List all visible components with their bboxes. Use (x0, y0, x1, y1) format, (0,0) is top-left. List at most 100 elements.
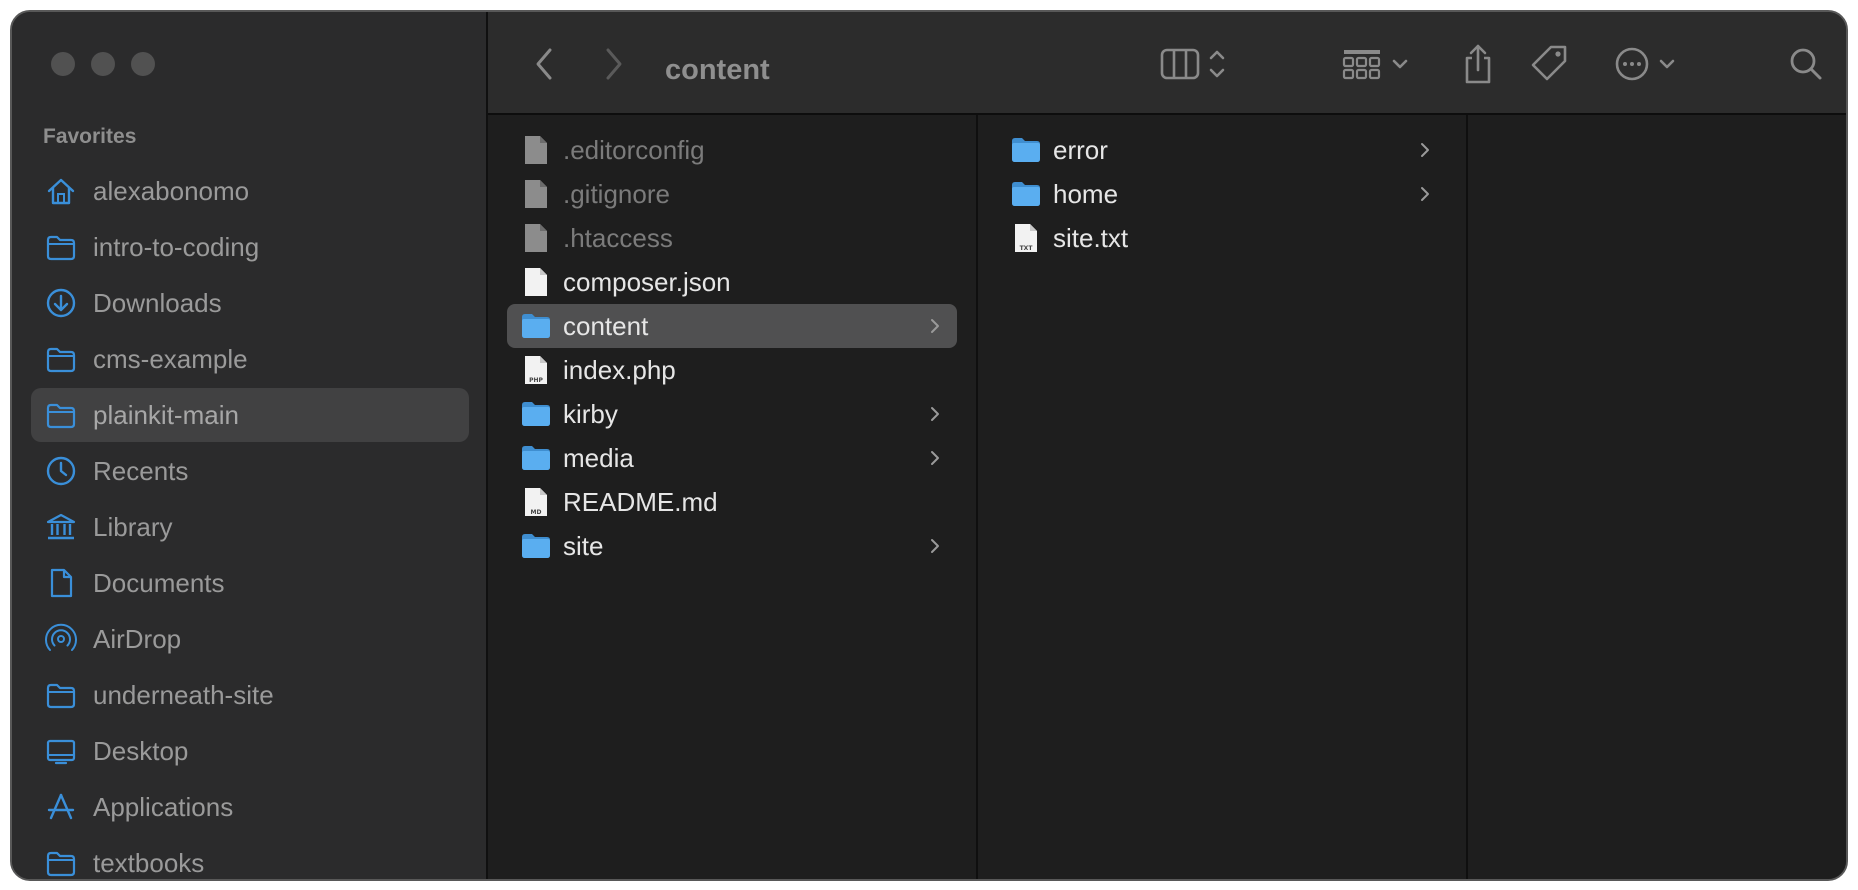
item-label: README.md (563, 486, 718, 517)
desktop-icon (45, 735, 77, 767)
column-view-icon (1160, 48, 1225, 80)
favorites-heading: Favorites (43, 125, 137, 148)
item-label: content (563, 310, 649, 341)
sidebar-item-textbooks[interactable]: textbooks (31, 836, 469, 879)
item-label: error (1053, 134, 1108, 165)
folder-icon (45, 343, 77, 375)
sidebar-item-cms-example[interactable]: cms-example (31, 332, 469, 386)
more-actions-button[interactable] (1612, 42, 1688, 86)
sidebar-item-label: Desktop (93, 735, 189, 766)
folder-row-home[interactable]: home (997, 172, 1447, 216)
window-title: content (665, 54, 770, 86)
file-icon (521, 267, 551, 297)
sidebar-item-documents[interactable]: Documents (31, 556, 469, 610)
sidebar-item-applications[interactable]: Applications (31, 780, 469, 834)
file-icon (521, 223, 551, 253)
file-icon: PHP (521, 355, 551, 385)
folder-row-content[interactable]: content (507, 304, 957, 348)
share-icon (1465, 44, 1491, 84)
toolbar: content (488, 12, 1846, 115)
minimize-window-button[interactable] (91, 52, 115, 76)
folder-icon (1011, 135, 1041, 165)
svg-text:TXT: TXT (1020, 245, 1034, 252)
sidebar-item-downloads[interactable]: Downloads (31, 276, 469, 330)
item-label: .htaccess (563, 222, 673, 253)
sidebar-item-airdrop[interactable]: AirDrop (31, 612, 469, 666)
folder-icon (521, 443, 551, 473)
search-button[interactable] (1784, 42, 1828, 86)
file-icon (521, 135, 551, 165)
tag-button[interactable] (1528, 42, 1572, 86)
more-icon (1615, 47, 1675, 81)
item-label: media (563, 442, 634, 473)
sidebar: Favorites alexabonomo intro-to-coding Down… (12, 12, 488, 879)
chevron-right-icon (925, 536, 945, 556)
sidebar-item-label: intro-to-coding (93, 231, 260, 262)
finder-window: Favorites alexabonomo intro-to-coding Down… (10, 10, 1848, 881)
file-row-site-txt[interactable]: TXT site.txt (997, 216, 1447, 260)
folder-icon (45, 847, 77, 879)
svg-text:PHP: PHP (529, 377, 543, 384)
zoom-window-button[interactable] (131, 52, 155, 76)
column-1: .editorconfig .gitignore .htaccess composer… (488, 115, 978, 879)
group-icon (1342, 50, 1408, 80)
item-label: site (563, 530, 604, 561)
file-icon (521, 179, 551, 209)
column-2: error home TXT site.txt (978, 115, 1468, 879)
sidebar-item-recents[interactable]: Recents (31, 444, 469, 498)
file-row-readme-md[interactable]: MD README.md (507, 480, 957, 524)
file-row-editorconfig[interactable]: .editorconfig (507, 128, 957, 172)
back-icon (536, 48, 552, 80)
document-icon (45, 567, 77, 599)
applications-icon (45, 791, 77, 823)
folder-icon (1011, 179, 1041, 209)
sidebar-item-plainkit-main[interactable]: plainkit-main (31, 388, 469, 442)
sidebar-item-underneath-site[interactable]: underneath-site (31, 668, 469, 722)
item-label: .gitignore (563, 178, 670, 209)
folder-row-kirby[interactable]: kirby (507, 392, 957, 436)
tag-icon (1531, 45, 1567, 81)
sidebar-item-label: Downloads (93, 287, 222, 318)
library-icon (45, 511, 77, 543)
sidebar-item-library[interactable]: Library (31, 500, 469, 554)
group-button[interactable] (1340, 42, 1420, 86)
chevron-right-icon (1415, 184, 1435, 204)
file-row-htaccess[interactable]: .htaccess (507, 216, 957, 260)
file-row-index-php[interactable]: PHP index.php (507, 348, 957, 392)
window-controls (51, 52, 155, 76)
forward-button[interactable] (594, 44, 634, 84)
clock-icon (45, 455, 77, 487)
sidebar-item-label: Library (93, 511, 173, 542)
search-icon (1790, 48, 1822, 80)
folder-row-media[interactable]: media (507, 436, 957, 480)
folder-icon (45, 231, 77, 263)
sidebar-item-intro-to-coding[interactable]: intro-to-coding (31, 220, 469, 274)
folder-row-site[interactable]: site (507, 524, 957, 568)
item-label: .editorconfig (563, 134, 705, 165)
folder-row-error[interactable]: error (997, 128, 1447, 172)
folder-icon (45, 679, 77, 711)
file-row-composer-json[interactable]: composer.json (507, 260, 957, 304)
sidebar-item-label: Documents (93, 567, 225, 598)
close-window-button[interactable] (51, 52, 75, 76)
svg-text:MD: MD (531, 509, 542, 516)
file-row-gitignore[interactable]: .gitignore (507, 172, 957, 216)
folder-icon (45, 399, 77, 431)
sidebar-item-label: AirDrop (93, 623, 182, 654)
file-icon: TXT (1011, 223, 1041, 253)
share-button[interactable] (1456, 40, 1500, 88)
chevron-right-icon (925, 404, 945, 424)
sidebar-item-label: alexabonomo (93, 175, 250, 206)
folder-icon (521, 531, 551, 561)
folder-icon (521, 399, 551, 429)
back-button[interactable] (524, 44, 564, 84)
sidebar-item-label: underneath-site (93, 679, 274, 710)
home-icon (45, 175, 77, 207)
chevron-right-icon (1415, 140, 1435, 160)
sidebar-item-alexabonomo[interactable]: alexabonomo (31, 164, 469, 218)
chevron-right-icon (925, 316, 945, 336)
sidebar-item-desktop[interactable]: Desktop (31, 724, 469, 778)
sidebar-item-label: textbooks (93, 847, 205, 878)
view-options-button[interactable] (1158, 42, 1248, 86)
sidebar-list: alexabonomo intro-to-coding Downloads cms-e… (31, 164, 469, 879)
